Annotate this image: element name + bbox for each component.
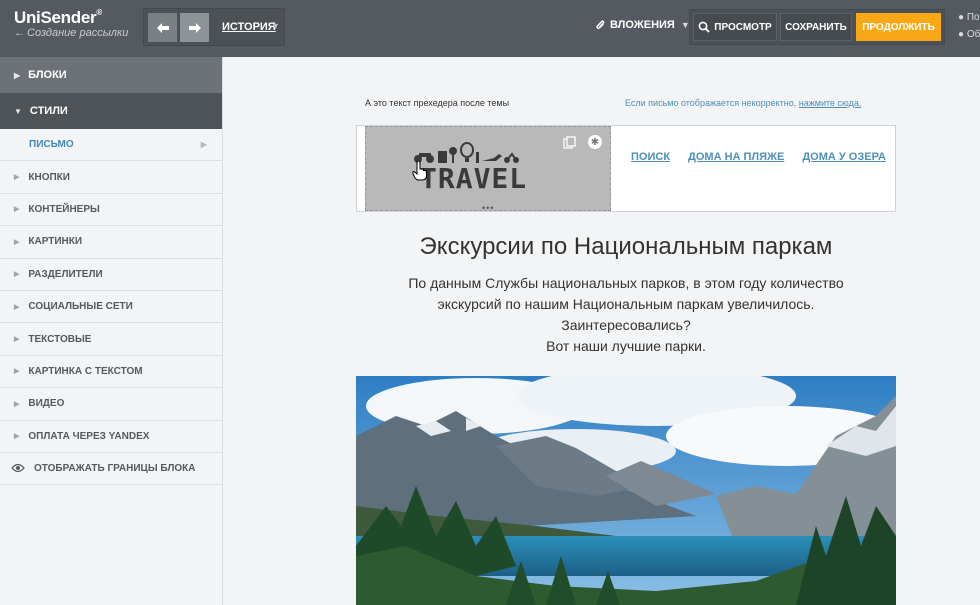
body-line: экскурсий по нашим Национальным паркам у…: [437, 296, 815, 312]
save-button[interactable]: СОХРАНИТЬ: [780, 13, 852, 41]
chevron-right-icon: ▶: [14, 303, 20, 311]
sidebar-item-images[interactable]: ▶ КАРТИНКИ: [0, 226, 222, 259]
sidebar: ▶ БЛОКИ ▼ СТИЛИ ПИСЬМО ▶ ▶ КНОПКИ ▶ КОНТЕЙ…: [0, 57, 223, 605]
continue-button[interactable]: ПРОДОЛЖИТЬ: [856, 13, 941, 41]
sidebar-item-label: КНОПКИ: [28, 171, 70, 183]
sidebar-item-video[interactable]: ▶ ВИДЕО: [0, 388, 222, 421]
chevron-right-icon: ▶: [14, 368, 20, 376]
logo-word: TRAVEL: [420, 162, 528, 195]
history-dropdown[interactable]: ИСТОРИЯ: [222, 21, 276, 33]
app-logo[interactable]: UniSender® ← Создание рассылки: [14, 8, 128, 39]
sidebar-item-text[interactable]: ▶ ТЕКСТОВЫЕ: [0, 323, 222, 356]
sidebar-item-label: РАЗДЕЛИТЕЛИ: [28, 268, 103, 280]
body-line: Заинтересовались?: [561, 317, 691, 333]
chevron-right-icon: ▶: [14, 174, 20, 182]
body-line: По данным Службы национальных парков, в …: [408, 275, 844, 291]
email-canvas: А это текст прехедера после темы Если пи…: [224, 57, 980, 605]
redo-icon: [188, 22, 201, 33]
preheader-text[interactable]: А это текст прехедера после темы: [365, 98, 509, 108]
chevron-right-icon: ▶: [14, 433, 20, 441]
chevron-down-icon[interactable]: ▼: [271, 21, 280, 31]
chevron-right-icon: ▶: [14, 400, 20, 408]
styles-label: СТИЛИ: [29, 105, 68, 117]
magnifier-icon: [698, 21, 710, 33]
top-bar: UniSender® ← Создание рассылки ИСТОРИЯ ▼ …: [0, 0, 980, 57]
redo-button[interactable]: [180, 13, 209, 42]
copy-icon[interactable]: [562, 135, 576, 149]
sidebar-item-letter[interactable]: ПИСЬМО ▶: [0, 129, 222, 162]
sidebar-item-label: ТЕКСТОВЫЕ: [28, 333, 92, 345]
preview-label: ПРОСМОТР: [714, 21, 772, 33]
sidebar-item-label: ПИСЬМО: [29, 139, 74, 151]
chevron-right-icon: ▶: [200, 140, 207, 150]
chevron-right-icon: ▶: [14, 70, 21, 80]
sidebar-item-buttons[interactable]: ▶ КНОПКИ: [0, 161, 222, 194]
gear-icon[interactable]: ✱: [588, 135, 602, 149]
logo-block[interactable]: TRAVEL ✱ •••: [365, 126, 611, 213]
cut-off-menu-item[interactable]: ● Об: [958, 29, 980, 40]
attachments-menu[interactable]: ВЛОЖЕНИЯ ▼: [595, 19, 690, 31]
webview-link[interactable]: нажмите сюда.: [799, 98, 862, 108]
landscape-image[interactable]: [356, 376, 896, 605]
hand-cursor-icon: [412, 161, 427, 181]
sidebar-item-image-text[interactable]: ▶ КАРТИНКА С ТЕКСТОМ: [0, 356, 222, 389]
paperclip-icon: [596, 19, 605, 29]
drag-handle-icon[interactable]: •••: [482, 203, 494, 213]
nav-link-lake-houses[interactable]: ДОМА У ОЗЕРА: [802, 151, 886, 163]
nav-link-search[interactable]: ПОИСК: [631, 151, 670, 163]
sidebar-item-containers[interactable]: ▶ КОНТЕЙНЕРЫ: [0, 194, 222, 227]
back-link-label: Создание рассылки: [27, 27, 129, 39]
logo-text: UniSender: [14, 8, 97, 27]
sidebar-item-label: КОНТЕЙНЕРЫ: [28, 203, 100, 215]
body-line: Вот наши лучшие парки.: [546, 338, 706, 354]
back-arrow-icon: ←: [14, 27, 25, 39]
sidebar-item-label: КАРТИНКИ: [28, 236, 83, 248]
sidebar-item-label: КАРТИНКА С ТЕКСТОМ: [28, 365, 143, 377]
cut-off-label-1: По: [966, 12, 980, 23]
header-block[interactable]: TRAVEL ✱ ••• ПОИСК ДОМА НА ПЛЯЖЕ ДОМА У …: [356, 125, 896, 213]
preview-button[interactable]: ПРОСМОТР: [693, 13, 777, 41]
chevron-right-icon: ▶: [14, 238, 20, 246]
sidebar-section-blocks[interactable]: ▶ БЛОКИ: [0, 57, 222, 93]
undo-button[interactable]: [148, 13, 177, 42]
action-buttons: ПРОСМОТР СОХРАНИТЬ ПРОДОЛЖИТЬ: [689, 9, 945, 45]
sidebar-item-social[interactable]: ▶ СОЦИАЛЬНЫЕ СЕТИ: [0, 291, 222, 324]
sidebar-section-styles[interactable]: ▼ СТИЛИ: [0, 93, 222, 129]
history-panel: ИСТОРИЯ ▼: [143, 8, 285, 46]
sidebar-item-label: ВИДЕО: [28, 398, 65, 410]
header-nav: ПОИСК ДОМА НА ПЛЯЖЕ ДОМА У ОЗЕРА: [631, 151, 886, 163]
attachments-label: ВЛОЖЕНИЯ: [610, 19, 675, 31]
chevron-right-icon: ▶: [14, 336, 20, 344]
email-headline[interactable]: Экскурсии по Национальным паркам: [356, 233, 896, 261]
webview-notice: Если письмо отображается некорректно, на…: [625, 98, 861, 108]
back-link[interactable]: ← Создание рассылки: [14, 27, 128, 39]
toggle-block-borders[interactable]: ОТОБРАЖАТЬ ГРАНИЦЫ БЛОКА: [0, 453, 222, 486]
undo-icon: [156, 22, 169, 33]
dot-icon: ●: [958, 12, 965, 23]
logo-mark: ®: [96, 8, 102, 17]
landscape-photo: [356, 376, 896, 605]
nav-link-beach-houses[interactable]: ДОМА НА ПЛЯЖЕ: [688, 151, 784, 163]
chevron-right-icon: ▶: [14, 206, 20, 214]
chevron-down-icon: ▼: [14, 106, 22, 116]
cut-off-label-2: Об: [966, 29, 980, 40]
sidebar-item-yandex-pay[interactable]: ▶ ОПЛАТА ЧЕРЕЗ YANDEX: [0, 421, 222, 453]
blocks-label: БЛОКИ: [28, 69, 67, 81]
sidebar-item-label: ОПЛАТА ЧЕРЕЗ YANDEX: [28, 430, 150, 442]
cut-off-menu-item[interactable]: ● По: [958, 12, 980, 23]
sidebar-item-dividers[interactable]: ▶ РАЗДЕЛИТЕЛИ: [0, 259, 222, 291]
toggle-borders-label: ОТОБРАЖАТЬ ГРАНИЦЫ БЛОКА: [34, 463, 196, 475]
eye-icon: [11, 462, 25, 476]
email-body-text[interactable]: По данным Службы национальных парков, в …: [356, 273, 896, 357]
sidebar-item-label: СОЦИАЛЬНЫЕ СЕТИ: [28, 301, 133, 313]
webview-text: Если письмо отображается некорректно,: [625, 98, 797, 108]
dot-icon: ●: [958, 29, 965, 40]
chevron-right-icon: ▶: [14, 271, 20, 279]
